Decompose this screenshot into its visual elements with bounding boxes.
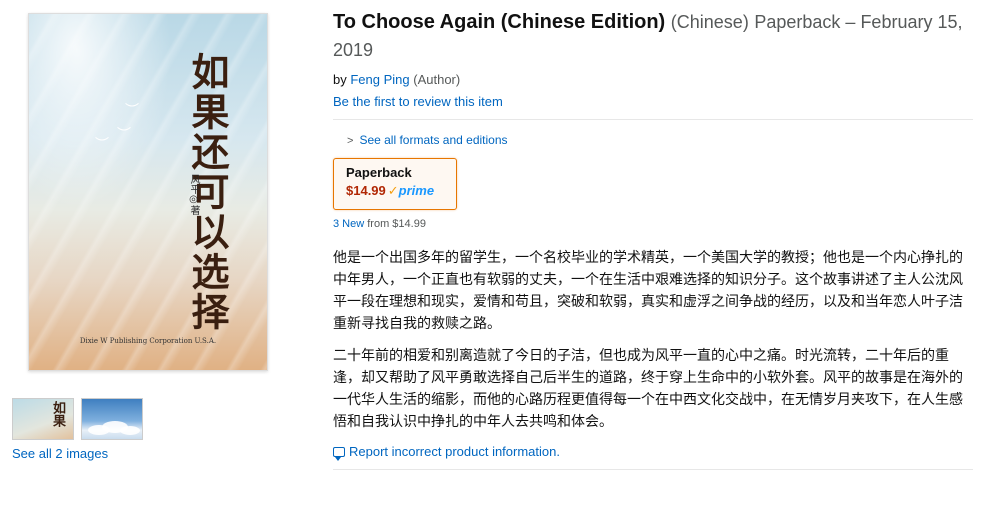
author-role: (Author)	[413, 72, 461, 87]
format-price-row: $14.99 ✓prime	[346, 183, 456, 199]
product-description: 他是一个出国多年的留学生，一个名校毕业的学术精英，一个美国大学的教授；他也是一个…	[333, 246, 965, 432]
cover-light-rays	[29, 14, 267, 370]
product-title-line: To Choose Again (Chinese Edition) (Chine…	[333, 8, 973, 64]
description-paragraph: 他是一个出国多年的留学生，一个名校毕业的学术精英，一个美国大学的教授；他也是一个…	[333, 249, 963, 331]
divider	[333, 469, 973, 470]
new-offers-link[interactable]: 3 New	[333, 218, 364, 230]
see-all-formats-link[interactable]: See all formats and editions	[359, 133, 507, 147]
report-link[interactable]: Report incorrect product information.	[349, 444, 560, 459]
bird-icon: ︶	[117, 126, 131, 142]
report-incorrect-info[interactable]: Report incorrect product information.	[333, 444, 973, 461]
author-link[interactable]: Feng Ping	[350, 72, 409, 87]
cover-publisher: Dixie W Publishing Corporation U.S.A.	[79, 337, 217, 345]
message-icon	[333, 447, 345, 461]
prime-logo: prime	[398, 183, 435, 198]
product-language: (Chinese)	[670, 12, 749, 32]
product-title: To Choose Again (Chinese Edition)	[333, 11, 666, 33]
thumbnail-glyphs: 如果	[50, 401, 65, 427]
cover-author: 风平◎著	[188, 174, 199, 215]
divider	[333, 119, 973, 120]
cloud-shape	[120, 426, 140, 435]
new-offers: 3 New from $14.99	[333, 218, 973, 230]
write-review-link[interactable]: Be the first to review this item	[333, 94, 973, 109]
new-offers-from: from $14.99	[367, 218, 426, 230]
bird-icon: ︶	[125, 102, 139, 118]
thumbnail-sky-image[interactable]	[81, 398, 143, 440]
format-option-paperback[interactable]: Paperback $14.99 ✓prime	[333, 158, 457, 210]
formats-toggle[interactable]: > See all formats and editions	[333, 133, 973, 147]
product-details: To Choose Again (Chinese Edition) (Chine…	[333, 8, 973, 470]
format-price: $14.99	[346, 183, 386, 198]
by-label: by	[333, 72, 347, 87]
thumbnail-cover-front[interactable]: 如果	[12, 398, 74, 440]
main-product-image[interactable]: ︶ ︶ ︶ 如果还可以选择 风平◎著 Dixie W Publishing Co…	[28, 13, 268, 371]
description-paragraph: 二十年前的相爱和别离造就了今日的子洁，但也成为风平一直的心中之痛。时光流转，二十…	[333, 347, 963, 429]
byline: by Feng Ping (Author)	[333, 72, 973, 87]
format-label: Paperback	[346, 165, 412, 180]
bird-icon: ︶	[95, 136, 109, 152]
see-all-images-link[interactable]: See all 2 images	[12, 446, 108, 461]
chevron-right-icon: >	[347, 135, 354, 147]
prime-check-icon: ✓	[387, 183, 399, 198]
